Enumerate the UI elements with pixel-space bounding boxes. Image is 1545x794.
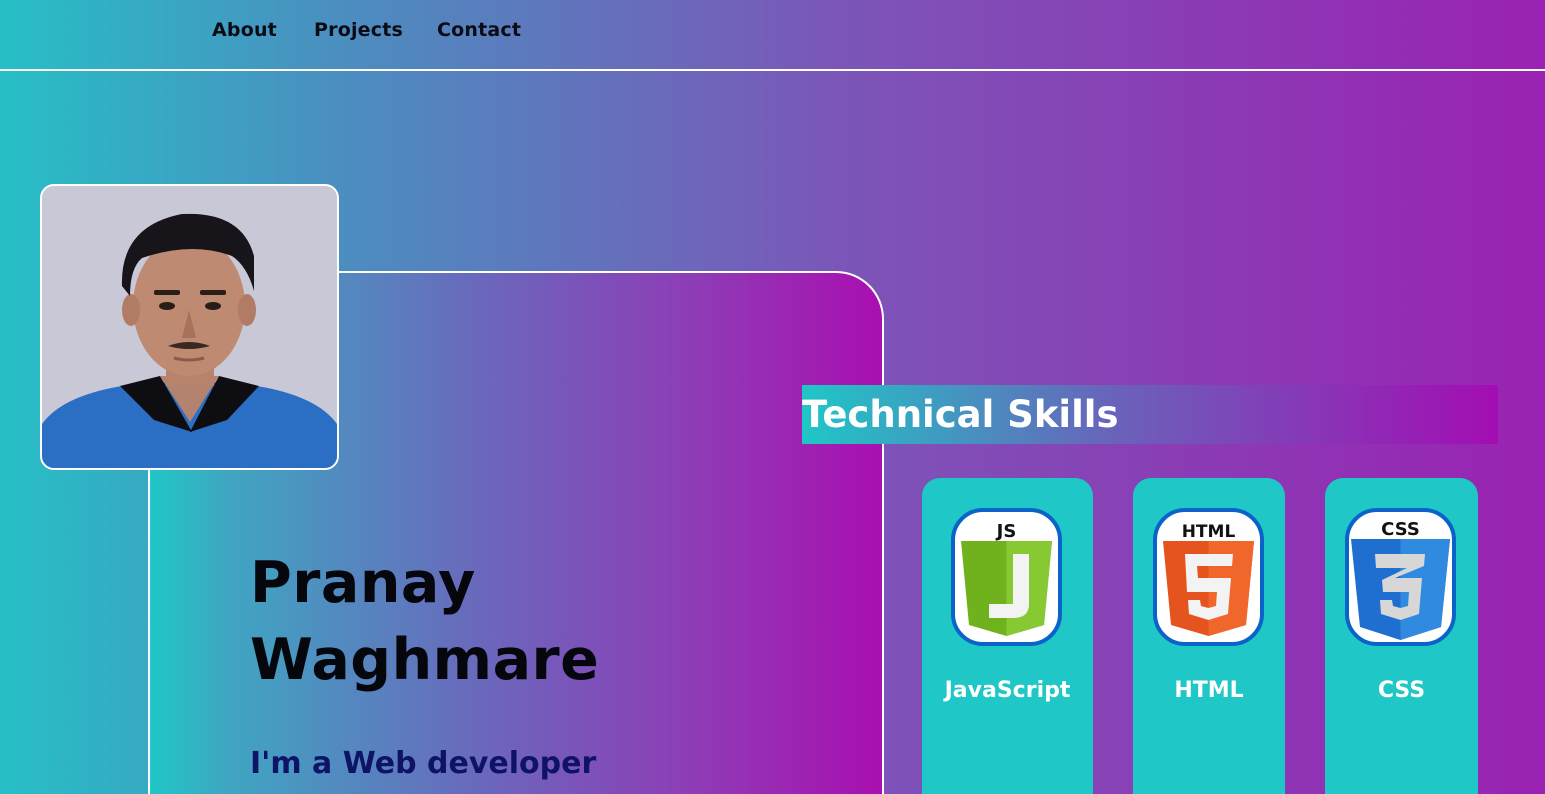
- hero-first-name: Pranay: [250, 550, 476, 616]
- hero-last-name: Waghmare: [250, 627, 600, 693]
- html5-shield-icon: HTML: [1153, 508, 1264, 646]
- css-badge-text: CSS: [1381, 519, 1420, 540]
- javascript-badge-text: JS: [995, 521, 1017, 542]
- portrait-image: [42, 186, 337, 468]
- nav-link-about[interactable]: About: [212, 19, 277, 41]
- hero-name: Pranay Waghmare: [250, 545, 599, 699]
- javascript-shield-icon: JS: [951, 508, 1062, 646]
- css3-shield-icon: CSS: [1345, 508, 1456, 646]
- profile-photo: [40, 184, 339, 470]
- nav-link-projects[interactable]: Projects: [314, 19, 403, 41]
- skill-card-html[interactable]: HTML HTML: [1133, 478, 1285, 794]
- nav-link-contact[interactable]: Contact: [437, 19, 521, 41]
- hero-tagline: I'm a Web developer: [250, 746, 597, 781]
- skill-card-css[interactable]: CSS CSS: [1325, 478, 1478, 794]
- skills-heading: Technical Skills: [802, 393, 1119, 436]
- skill-label-html: HTML: [1174, 678, 1244, 703]
- top-navigation: About Projects Contact: [0, 0, 1545, 71]
- skills-heading-bar: Technical Skills: [802, 385, 1498, 444]
- skill-label-javascript: JavaScript: [944, 678, 1071, 703]
- html-badge-text: HTML: [1182, 522, 1236, 542]
- skill-label-css: CSS: [1377, 678, 1426, 703]
- skill-card-javascript[interactable]: JS JavaScript: [922, 478, 1093, 794]
